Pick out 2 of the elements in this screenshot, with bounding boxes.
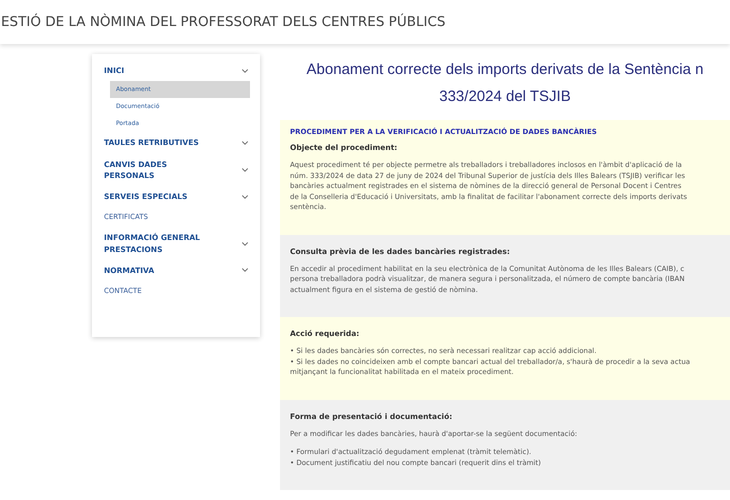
page-title: Abonament correcte dels imports derivats de la Sentència n 333/2024 del TSJIB <box>306 60 704 107</box>
site-title: ESTIÓ DE LA NÒMINA DEL PROFESSORAT DELS CENTRES PÚBLICS <box>1 14 446 30</box>
